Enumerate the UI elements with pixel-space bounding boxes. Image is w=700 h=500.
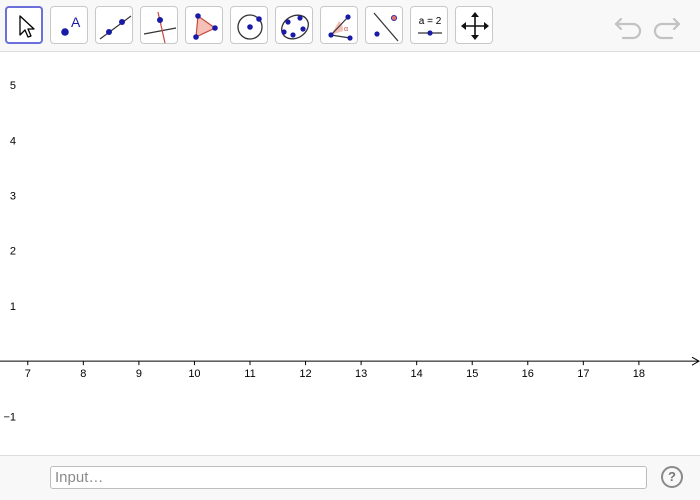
slider-tool-button[interactable]: a = 2	[410, 6, 448, 44]
conic-tool-button[interactable]	[275, 6, 313, 44]
y-axis-labels: 5 4 3 2 1 −1	[3, 80, 16, 423]
x-tick-label: 18	[633, 368, 645, 380]
x-tick-label: 15	[466, 368, 478, 380]
ellipse-five-points-icon	[281, 14, 309, 40]
x-tick-label: 10	[188, 368, 200, 380]
y-tick-label: −1	[3, 411, 16, 423]
undo-icon[interactable]	[613, 12, 645, 40]
perpendicular-line-icon	[143, 11, 177, 44]
toolbar: A α a = 2	[0, 0, 700, 52]
graphics-view[interactable]: 7 8 9 10 11 12 13 14 15 16 17 18 5 4 3 2 1 −1	[0, 52, 700, 455]
line-through-points-icon	[99, 15, 132, 40]
x-tick-label: 11	[244, 368, 255, 380]
x-tick-label: 13	[355, 368, 367, 380]
x-tick-label: 14	[411, 368, 423, 380]
y-tick-label: 5	[10, 80, 16, 92]
x-tick-label: 17	[577, 368, 589, 380]
y-tick-label: 2	[10, 246, 16, 258]
redo-icon[interactable]	[650, 12, 682, 40]
slider-label: a = 2	[419, 16, 442, 27]
cursor-arrow-icon	[19, 15, 35, 38]
y-tick-label: 4	[10, 135, 16, 147]
point-icon: A	[61, 14, 81, 36]
x-axis: 7 8 9 10 11 12 13 14 15 16 17 18	[0, 356, 700, 380]
angle-icon: α	[328, 14, 353, 41]
x-tick-label: 12	[299, 368, 311, 380]
x-tick-label: 7	[25, 368, 31, 380]
reflect-about-line-icon	[373, 12, 399, 42]
help-icon[interactable]: ?	[661, 466, 683, 488]
x-tick-label: 16	[522, 368, 534, 380]
move-tool-button[interactable]	[5, 6, 43, 44]
angle-label: α	[344, 26, 348, 33]
algebra-input-field[interactable]	[50, 466, 647, 489]
y-tick-label: 3	[10, 191, 16, 203]
move-graphics-view-tool-button[interactable]	[455, 6, 493, 44]
input-bar: ?	[0, 455, 700, 500]
reflect-tool-button[interactable]	[365, 6, 403, 44]
perpendicular-line-tool-button[interactable]	[140, 6, 178, 44]
point-label: A	[71, 14, 81, 30]
move-arrows-icon	[461, 12, 489, 40]
circle-tool-button[interactable]	[230, 6, 268, 44]
circle-center-point-icon	[237, 14, 263, 40]
slider-icon: a = 2	[418, 16, 442, 36]
angle-tool-button[interactable]: α	[320, 6, 358, 44]
x-tick-label: 9	[136, 368, 142, 380]
line-tool-button[interactable]	[95, 6, 133, 44]
polygon-tool-button[interactable]	[185, 6, 223, 44]
polygon-icon	[193, 13, 218, 40]
point-tool-button[interactable]: A	[50, 6, 88, 44]
x-tick-label: 8	[80, 368, 86, 380]
y-tick-label: 1	[10, 301, 16, 313]
